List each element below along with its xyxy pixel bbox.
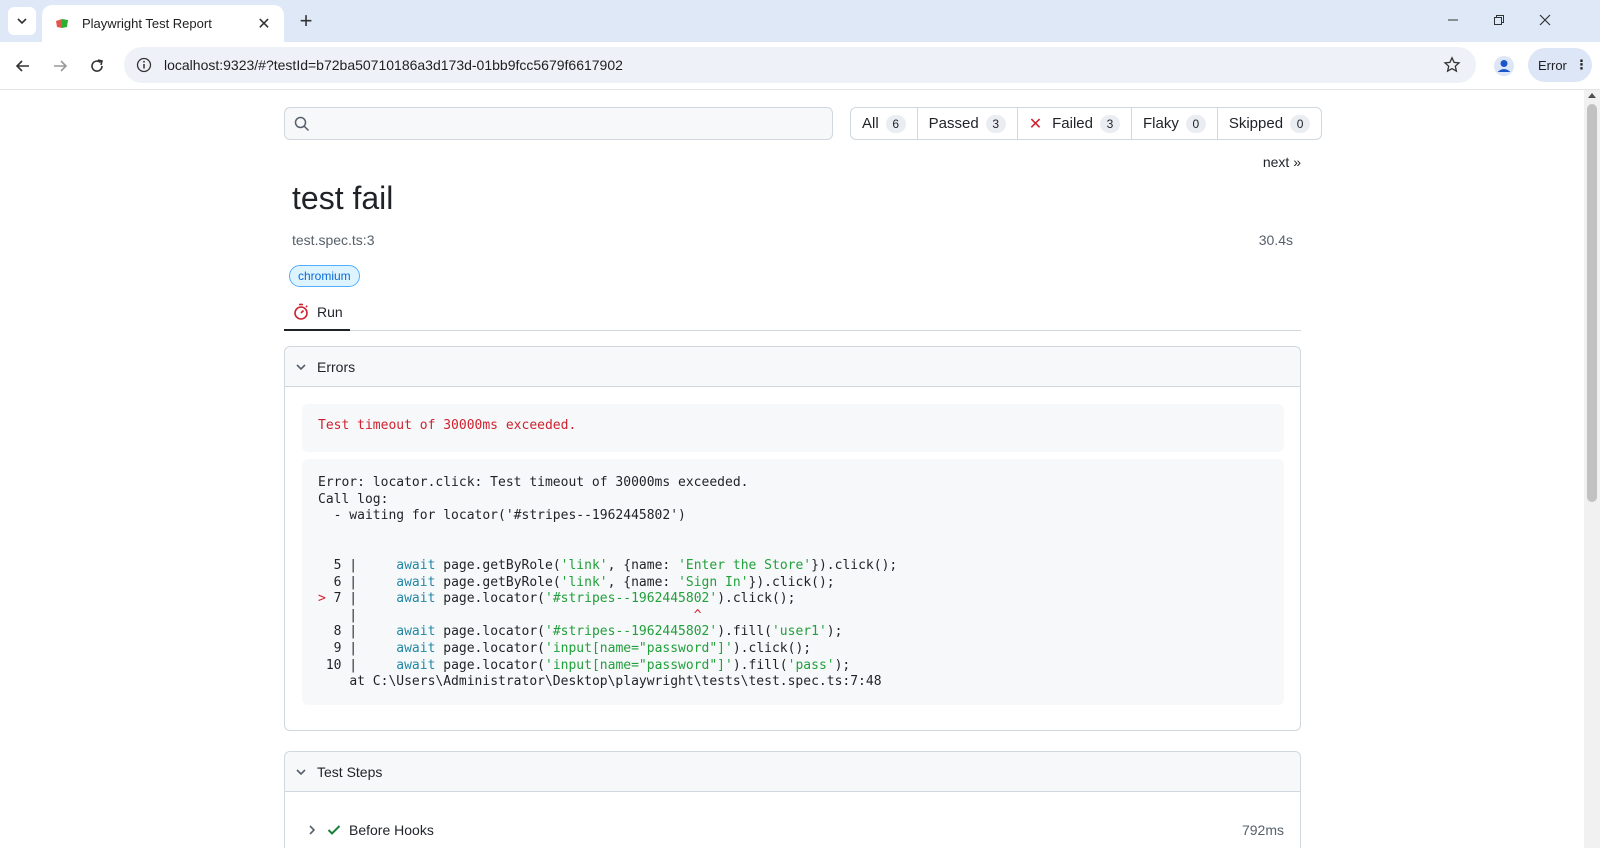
restore-icon [1494, 15, 1504, 25]
profile-button[interactable] [1490, 52, 1518, 80]
report-page: All 6 Passed 3 ✕ Failed 3 Flaky 0 Skippe… [0, 90, 1584, 848]
error-caret: | ^ [318, 607, 702, 623]
stopwatch-icon [294, 303, 308, 320]
chevron-down-icon [296, 363, 306, 370]
error-line: Error: locator.click: Test timeout of 30… [318, 475, 749, 490]
site-info-icon[interactable] [134, 55, 154, 75]
tab-run-label: Run [317, 303, 343, 320]
minimize-button[interactable] [1438, 8, 1468, 32]
more-menu-icon[interactable]: ⋮ [1575, 57, 1588, 73]
browser-tab-active[interactable]: Playwright Test Report ✕ [42, 5, 284, 42]
code-line-6: 6 | await page.getByRole('link', {name: … [333, 574, 835, 590]
tab-run[interactable]: Run [284, 294, 350, 331]
filter-label: Failed [1052, 115, 1093, 132]
next-link[interactable]: next » [1263, 154, 1301, 170]
errors-header[interactable]: Errors [285, 347, 1300, 387]
code-line-5: 5 | await page.getByRole('link', {name: … [333, 557, 898, 573]
tab-close-icon[interactable]: ✕ [254, 14, 274, 34]
scrollbar-thumb[interactable] [1587, 104, 1597, 502]
failed-x-icon: ✕ [1028, 115, 1043, 133]
reload-icon [91, 59, 103, 72]
arrow-right-icon [54, 60, 68, 72]
project-tag[interactable]: chromium [289, 265, 360, 287]
call-log-entry: - waiting for locator('#stripes--1962445… [318, 508, 686, 524]
error-line-marker-icon: > [318, 591, 326, 607]
profile-avatar-icon [1494, 56, 1514, 76]
test-location: test.spec.ts:3 [292, 232, 375, 248]
reload-button[interactable] [83, 52, 111, 80]
filter-flaky[interactable]: Flaky 0 [1132, 108, 1218, 139]
url-text[interactable]: localhost:9323/#?testId=b72ba50710186a3d… [164, 57, 1440, 73]
filter-count: 0 [1290, 114, 1311, 133]
step-duration: 792ms [1241, 822, 1284, 838]
stack-location: at C:\Users\Administrator\Desktop\playwr… [349, 674, 882, 690]
back-button[interactable] [9, 52, 37, 80]
filter-label: Skipped [1228, 115, 1284, 132]
filter-passed[interactable]: Passed 3 [918, 108, 1018, 139]
chevron-right-icon [309, 825, 316, 835]
filter-count: 3 [985, 114, 1006, 133]
filter-skipped[interactable]: Skipped 0 [1218, 108, 1321, 139]
restore-button[interactable] [1484, 8, 1514, 32]
close-icon [1539, 14, 1551, 26]
errors-header-label: Errors [317, 358, 356, 375]
check-icon [327, 825, 341, 835]
filter-count: 0 [1185, 114, 1206, 133]
filter-failed[interactable]: ✕ Failed 3 [1018, 108, 1132, 139]
code-line-8: 8 | await page.locator('#stripes--196244… [333, 624, 843, 640]
filter-label: All [862, 115, 879, 132]
test-steps-header-label: Test Steps [317, 763, 383, 780]
call-log-label: Call log: [318, 491, 389, 507]
minimize-icon [1448, 19, 1458, 21]
browser-toolbar: localhost:9323/#?testId=b72ba50710186a3d… [0, 42, 1600, 90]
filter-all[interactable]: All 6 [851, 108, 918, 139]
test-steps-header[interactable]: Test Steps [285, 752, 1300, 792]
browser-tab-bar: Playwright Test Report ✕ + [0, 0, 1600, 42]
test-title: test fail [292, 180, 394, 216]
close-window-button[interactable] [1530, 8, 1560, 32]
page-scrollbar[interactable] [1584, 90, 1600, 848]
bookmark-star-icon[interactable] [1440, 53, 1464, 77]
arrow-left-icon [15, 60, 29, 72]
code-line-7: > 7 | await page.locator('#stripes--1962… [318, 591, 796, 607]
profile-error-chip[interactable]: Error ⋮ [1528, 48, 1592, 82]
test-duration: 30.4s [1258, 232, 1293, 248]
forward-button[interactable] [46, 52, 74, 80]
filter-label: Flaky [1142, 115, 1179, 132]
error-detail: Error: locator.click: Test timeout of 30… [302, 459, 1284, 705]
code-line-10: 10 | await page.locator('input[name="pas… [325, 657, 851, 673]
address-bar[interactable]: localhost:9323/#?testId=b72ba50710186a3d… [124, 47, 1476, 83]
filter-count: 6 [885, 114, 906, 133]
test-steps-section: Test Steps Before Hooks 792ms [284, 751, 1301, 848]
status-filter-bar: All 6 Passed 3 ✕ Failed 3 Flaky 0 Skippe… [850, 107, 1323, 140]
step-label: Before Hooks [349, 822, 434, 838]
error-message-short: Test timeout of 30000ms exceeded. [302, 404, 1284, 452]
playwright-logo-icon [56, 18, 68, 28]
scroll-up-arrow-icon[interactable] [1588, 93, 1596, 98]
errors-section: Errors Test timeout of 30000ms exceeded.… [284, 346, 1301, 731]
chevron-down-icon [17, 18, 27, 25]
chevron-down-icon [296, 768, 306, 775]
search-input[interactable] [284, 107, 833, 140]
new-tab-button[interactable]: + [294, 8, 318, 33]
filter-label: Passed [928, 115, 979, 132]
filter-count: 3 [1099, 114, 1120, 133]
result-tabs: Run [284, 294, 1301, 331]
code-line-9: 9 | await page.locator('input[name="pass… [333, 640, 812, 656]
tab-title: Playwright Test Report [82, 16, 212, 31]
profile-error-label: Error [1538, 57, 1567, 73]
step-row[interactable]: Before Hooks 792ms [307, 820, 1284, 840]
search-icon [294, 116, 310, 132]
tab-search-button[interactable] [8, 7, 36, 35]
